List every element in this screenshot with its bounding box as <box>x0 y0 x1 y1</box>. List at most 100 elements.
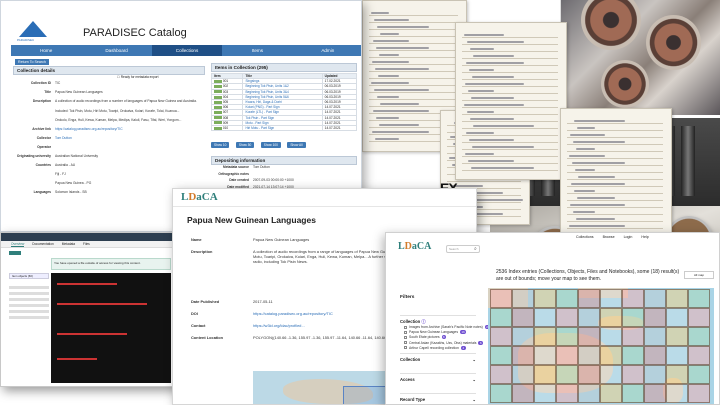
map-grid-cell[interactable] <box>512 327 534 346</box>
map-grid-cell[interactable] <box>512 365 534 384</box>
return-to-search-button[interactable]: Return To Search <box>15 59 49 65</box>
map-grid-cell[interactable] <box>666 289 688 308</box>
map-grid-cell[interactable] <box>688 327 710 346</box>
map-grid-cell[interactable] <box>622 289 644 308</box>
tab-overview[interactable]: Overview <box>11 241 25 247</box>
nav-admin[interactable]: Admin <box>293 45 361 56</box>
map-grid-cell[interactable] <box>622 365 644 384</box>
search-icon[interactable]: ⌕ <box>474 246 477 252</box>
checkbox[interactable] <box>404 330 407 334</box>
field-value[interactable]: https://catalog.paradisec.org.au/reposit… <box>55 127 123 132</box>
item-select-badge[interactable] <box>214 121 222 125</box>
map-grid-cell[interactable] <box>578 327 600 346</box>
map-grid-cell[interactable] <box>688 365 710 384</box>
map-grid-cell[interactable] <box>622 346 644 365</box>
item-select-badge[interactable] <box>214 85 222 89</box>
map-grid-cell[interactable] <box>490 308 512 327</box>
map-grid-cell[interactable] <box>600 384 622 403</box>
map-grid-cell[interactable] <box>578 289 600 308</box>
item-select-badge[interactable] <box>214 90 222 94</box>
map-grid-cell[interactable] <box>688 384 710 403</box>
item-select-badge[interactable] <box>214 100 222 104</box>
map-grid-cell[interactable] <box>622 327 644 346</box>
nav-collections-link[interactable]: Collections <box>576 233 594 241</box>
results-map[interactable] <box>488 288 714 404</box>
tab-documentation[interactable]: Documentation <box>32 241 53 247</box>
nav-home[interactable]: Home <box>11 45 81 56</box>
map-grid-cell[interactable] <box>578 365 600 384</box>
item-select-badge[interactable] <box>214 126 222 130</box>
map-grid-cell[interactable] <box>578 308 600 327</box>
nabu-row-label[interactable]: Item objects (60) <box>9 273 49 279</box>
map-grid-cell[interactable] <box>556 308 578 327</box>
map-grid-cell[interactable] <box>600 327 622 346</box>
show-100-button[interactable]: Show 100 <box>260 142 281 149</box>
facet-option[interactable]: Papua New Guinean Languages 16 <box>404 330 467 335</box>
map-grid-cell[interactable] <box>666 327 688 346</box>
map-grid-cell[interactable] <box>688 346 710 365</box>
map-grid-cell[interactable] <box>534 365 556 384</box>
map-grid-cell[interactable] <box>490 327 512 346</box>
map-grid-cell[interactable] <box>644 346 666 365</box>
map-grid-cell[interactable] <box>644 365 666 384</box>
map-grid-cell[interactable] <box>600 365 622 384</box>
table-row[interactable]: 010 Hiri Motu - Part Sign 14.07.2021 <box>210 124 358 132</box>
nav-browse-link[interactable]: Browse <box>603 233 615 241</box>
map-select[interactable]: All map <box>684 271 714 279</box>
item-select-badge[interactable] <box>214 95 222 99</box>
map-grid-cell[interactable] <box>644 327 666 346</box>
map-grid-cell[interactable] <box>666 365 688 384</box>
map-grid-cell[interactable] <box>600 308 622 327</box>
checkbox[interactable] <box>404 346 407 350</box>
show-all-button[interactable]: Show All <box>287 142 306 149</box>
nav-items[interactable]: Items <box>222 45 292 56</box>
map-grid-cell[interactable] <box>644 308 666 327</box>
checkbox[interactable] <box>404 325 407 329</box>
nav-collections[interactable]: Collections <box>151 45 223 56</box>
map-grid-cell[interactable] <box>512 289 534 308</box>
checkbox[interactable] <box>404 341 407 345</box>
checkbox[interactable] <box>404 336 407 339</box>
map-grid-cell[interactable] <box>490 384 512 403</box>
item-select-badge[interactable] <box>214 111 222 114</box>
map-grid-cell[interactable] <box>490 346 512 365</box>
map-grid-cell[interactable] <box>688 289 710 308</box>
map-grid-cell[interactable] <box>512 384 534 403</box>
facet-option[interactable]: Arthur Capell recording collection 4 <box>404 345 466 350</box>
facet-option[interactable]: Images from Archive (Sarah's Pacific Not… <box>404 325 491 329</box>
filter-record-type[interactable]: Record Type ⌄ <box>400 393 476 402</box>
item-select-badge[interactable] <box>214 116 222 120</box>
facet-option[interactable]: South Efate pictures 8 <box>404 335 447 340</box>
map-grid-cell[interactable] <box>556 384 578 403</box>
map-grid-cell[interactable] <box>666 384 688 403</box>
map-grid-cell[interactable] <box>512 346 534 365</box>
map-grid-cell[interactable] <box>556 346 578 365</box>
map-grid-cell[interactable] <box>600 289 622 308</box>
filter-access[interactable]: Access ⌄ <box>400 373 476 382</box>
map-grid-cell[interactable] <box>578 384 600 403</box>
filter-collection-2[interactable]: Collection ⌄ <box>400 353 476 362</box>
tab-metadata[interactable]: Metadata <box>62 241 75 247</box>
map-grid-cell[interactable] <box>600 346 622 365</box>
filter-collection[interactable]: Collection ⓘ <box>400 315 476 325</box>
map-grid-cell[interactable] <box>490 365 512 384</box>
map-grid-cell[interactable] <box>622 308 644 327</box>
map-grid-cell[interactable] <box>666 308 688 327</box>
item-select-badge[interactable] <box>214 79 222 83</box>
map-grid-cell[interactable] <box>534 384 556 403</box>
map-grid-cell[interactable] <box>556 365 578 384</box>
map-grid-cell[interactable] <box>534 327 556 346</box>
table-cell[interactable]: Hiri Motu - Part Sign <box>242 124 323 132</box>
map-grid-cell[interactable] <box>578 346 600 365</box>
nav-login-link[interactable]: Login <box>624 233 633 241</box>
map-grid-cell[interactable] <box>556 327 578 346</box>
map-grid-cell[interactable] <box>644 289 666 308</box>
nav-help-link[interactable]: Help <box>641 233 648 241</box>
map-grid-cell[interactable] <box>666 346 688 365</box>
map-grid-cell[interactable] <box>512 308 534 327</box>
map-grid-cell[interactable] <box>534 308 556 327</box>
map-grid-cell[interactable] <box>556 289 578 308</box>
tab-files[interactable]: Files <box>83 241 90 247</box>
show-50-button[interactable]: Show 50 <box>235 142 255 149</box>
map-grid-cell[interactable] <box>490 289 512 308</box>
